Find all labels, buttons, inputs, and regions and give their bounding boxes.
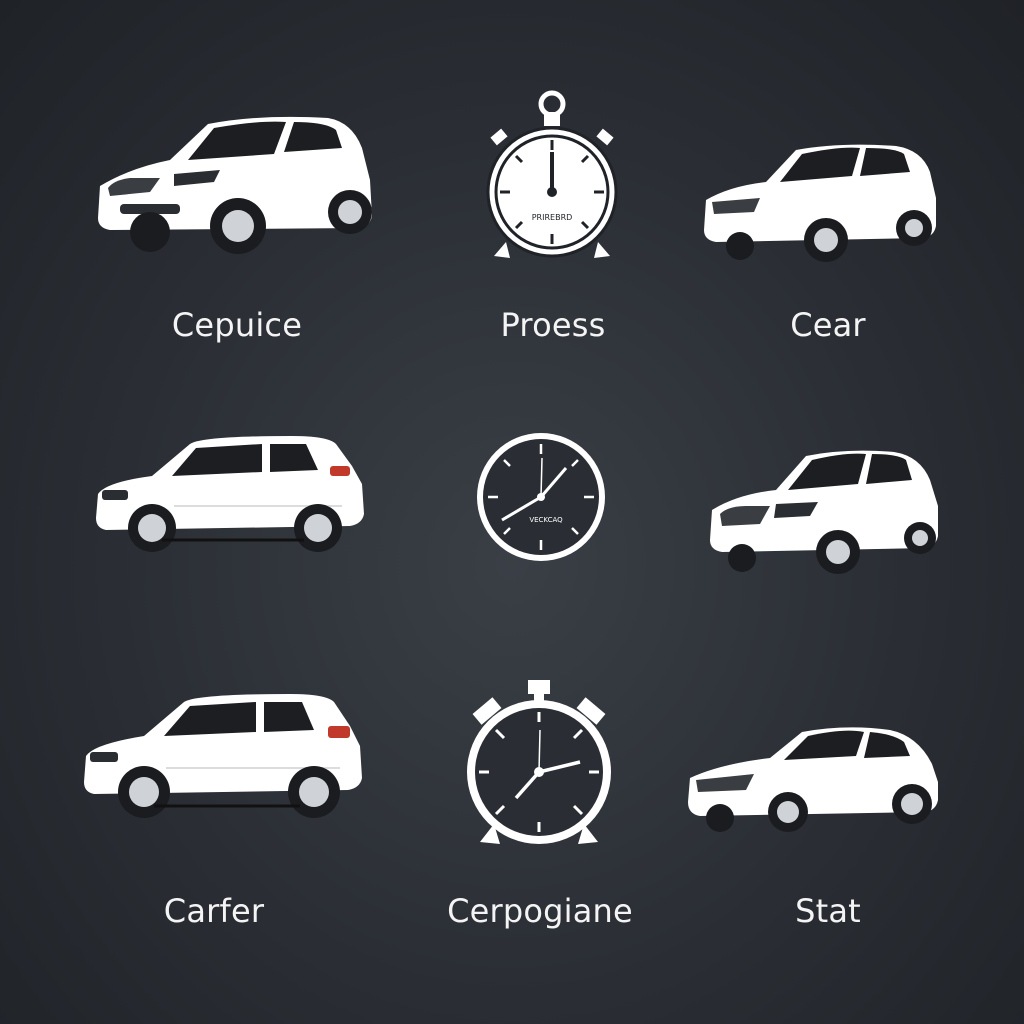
clock-middle-label: VECKCAQ xyxy=(529,516,563,524)
label-r3c1: Carfer xyxy=(163,892,265,930)
label-r3c3: Stat xyxy=(795,892,861,930)
coupe-car-icon xyxy=(684,720,942,838)
stopwatch-top-label: PRIREBRD xyxy=(532,213,573,222)
clock-icon: VECKCAQ xyxy=(474,430,609,565)
label-r1c1: Cepuice xyxy=(171,306,303,344)
hatchback-car-icon xyxy=(80,688,365,823)
sedan-car-icon xyxy=(700,138,940,266)
alarm-stopwatch-icon xyxy=(464,676,614,851)
suv-car-icon xyxy=(90,108,375,268)
stopwatch-icon: PRIREBRD xyxy=(480,90,625,265)
label-r1c3: Cear xyxy=(790,306,866,344)
hatchback-car-icon xyxy=(92,430,367,555)
sedan-front-car-icon xyxy=(706,444,942,576)
